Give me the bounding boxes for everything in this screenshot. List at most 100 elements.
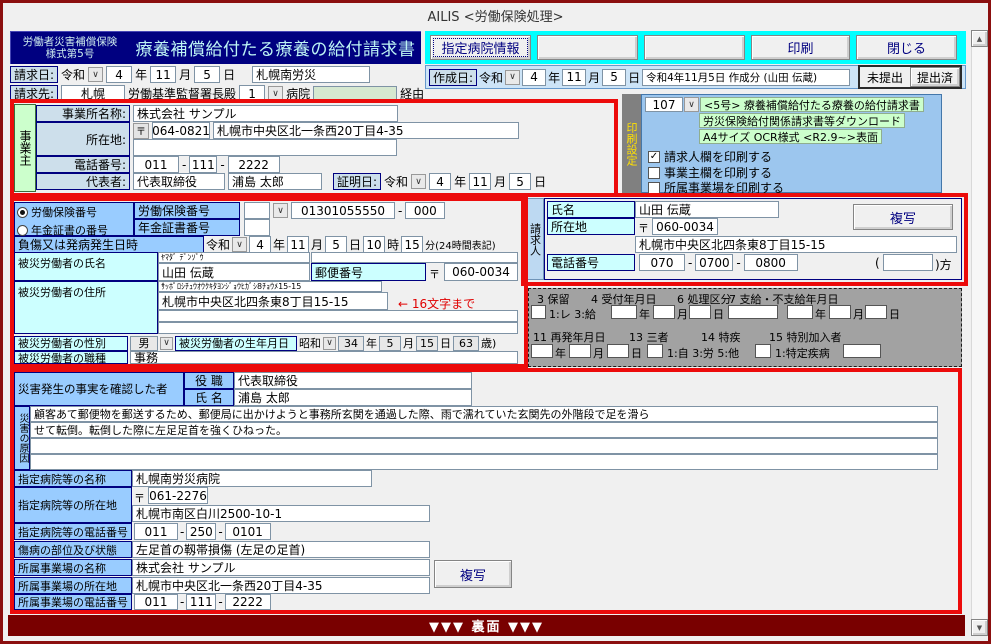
victim-address-kana-input[interactable]: ｻｯﾎﾟﾛｼﾁｭｳｵｳｸｷﾀﾖﾝｼﾞｮｳﾋｶﾞｼ8ﾁｮｳﾒ15-15 [158,281,382,292]
victim-address-input[interactable]: 札幌市中央区北四条東8丁目15-15 [158,292,388,310]
employer-rep-name-input[interactable]: 浦島 太郎 [228,173,322,190]
claim-day-input[interactable]: 5 [194,66,221,83]
checkbox-unchecked-icon[interactable] [648,181,660,194]
victim-age-input[interactable]: 63 [453,335,479,351]
employer-address2-input[interactable] [133,139,397,156]
victim-name-kana2-input[interactable] [311,252,518,263]
print-form-dropdown-icon[interactable]: ∨ [684,97,699,112]
hospital-postal-input[interactable]: 061-2276 [148,487,208,504]
accident-cause-line1-input[interactable]: 顧客あて郵便物を郵送するため、郵便局に出かけようと事務所玄関を通過した際、雨で濡… [30,406,938,422]
ocr-f4-year-input[interactable] [611,305,637,319]
hospital-address-input[interactable]: 札幌市南区白川2500-10-1 [132,505,430,522]
injury-month-input[interactable]: 11 [287,236,310,253]
claimant-address-input[interactable]: 札幌市中央区北四条東8丁目15-15 [635,236,957,253]
cert-month-input[interactable]: 11 [469,173,492,190]
hospital-phone2-input[interactable]: 250 [186,523,217,540]
unsubmitted-button[interactable]: 未提出 [860,67,910,87]
birth-day-input[interactable]: 15 [416,335,438,351]
rodo-prefix-input[interactable] [244,202,270,219]
scroll-down-icon[interactable]: ▼ [971,619,988,636]
ocr-f7-day-input[interactable] [865,305,887,319]
claim-era-dropdown-icon[interactable]: ∨ [88,67,104,82]
scroll-up-icon[interactable]: ▲ [971,30,988,47]
back-page-bar[interactable]: ▼▼▼ 裏面 ▼▼▼ [8,615,965,636]
claimant-phone1-input[interactable]: 070 [639,254,685,271]
birth-year-input[interactable]: 34 [338,335,364,351]
injury-year-input[interactable]: 4 [249,236,272,253]
ocr-f6-input[interactable] [728,305,778,319]
ocr-f11-day-input[interactable] [607,344,629,358]
employer-name-input[interactable]: 株式会社 サンプル [133,105,398,122]
created-year-input[interactable]: 4 [522,68,547,86]
hospital-phone3-input[interactable]: 0101 [224,523,271,540]
toolbar-blank-button-1[interactable] [537,35,638,60]
claimant-phone2-input[interactable]: 0700 [695,254,734,271]
victim-postal-input[interactable]: 060-0034 [444,263,518,281]
victim-name-kana-input[interactable]: ﾔﾏﾀﾞ ﾃﾞﾝｿﾞｳ [158,252,310,263]
workplace-copy-button[interactable]: 複写 [434,560,512,588]
employer-address-input[interactable]: 札幌市中央区北一条西20丁目4-35 [213,122,519,139]
close-button[interactable]: 閉じる [856,35,957,60]
claimant-name-input[interactable]: 山田 伝蔵 [635,201,779,218]
victim-job-input[interactable]: 事務 [130,351,518,364]
print-form-code-input[interactable]: 107 [645,97,683,112]
ocr-f13-input[interactable] [647,344,663,358]
submitted-button[interactable]: 提出済 [910,67,960,87]
ocr-f4-day-input[interactable] [689,305,711,319]
hospital-info-button[interactable]: 指定病院情報 [430,35,531,60]
labor-office-input[interactable]: 札幌南労災 [252,66,371,83]
rodo-number-input[interactable]: 01301055550 [291,202,395,219]
cert-day-input[interactable]: 5 [509,173,532,190]
employer-postal-input[interactable]: 064-0821 [152,122,210,139]
cert-year-input[interactable]: 4 [429,173,452,190]
birth-month-input[interactable]: 5 [379,335,401,351]
via-input[interactable] [313,86,398,101]
ocr-f11-month-input[interactable] [569,344,591,358]
victim-sex-dropdown-icon[interactable]: ∨ [160,336,173,350]
employer-phone3-input[interactable]: 2222 [227,156,280,173]
injury-day-input[interactable]: 5 [325,236,348,253]
nenkin-number-input[interactable] [244,219,270,236]
employer-rep-title-input[interactable]: 代表取締役 [133,173,225,190]
injury-minute-input[interactable]: 15 [401,236,424,253]
injury-era-dropdown-icon[interactable]: ∨ [232,237,248,252]
ocr-f11-year-input[interactable] [531,344,553,358]
injury-part-input[interactable]: 左足首の靱帯損傷 (左足の足首) [132,541,430,558]
victim-address-extra2-input[interactable] [158,322,518,334]
route-number-input[interactable]: 1 [239,85,266,102]
hospital-name-input[interactable]: 札幌南労災病院 [132,470,372,487]
toolbar-blank-button-2[interactable] [644,35,745,60]
route-dropdown-icon[interactable]: ∨ [268,86,284,101]
workplace-phone1-input[interactable]: 011 [134,594,178,610]
claimant-copy-button[interactable]: 複写 [853,204,953,230]
claimant-postal-input[interactable]: 060-0034 [652,218,718,235]
careof-input[interactable] [883,254,933,271]
checkbox-unchecked-icon[interactable] [648,166,660,179]
created-day-input[interactable]: 5 [602,68,627,86]
workplace-phone3-input[interactable]: 2222 [224,594,271,610]
radio-unselected-icon[interactable] [17,224,28,236]
workplace-phone2-input[interactable]: 111 [186,594,217,610]
victim-name-input[interactable]: 山田 伝蔵 [158,263,310,281]
ocr-f14-input[interactable] [755,344,771,358]
vertical-scrollbar[interactable] [971,30,988,636]
employer-phone1-input[interactable]: 011 [133,156,179,173]
ocr-f3-input[interactable] [531,305,546,319]
claim-month-input[interactable]: 11 [150,66,177,83]
claim-year-input[interactable]: 4 [106,66,133,83]
print-button[interactable]: 印刷 [751,35,850,60]
workplace-name-input[interactable]: 株式会社 サンプル [132,559,430,576]
cert-era-dropdown-icon[interactable]: ∨ [411,174,427,189]
victim-address-extra1-input[interactable] [158,310,518,322]
accident-cause-line2-input[interactable]: せて転倒。転倒した際に左足足首を強くひねった。 [30,422,938,438]
victim-sex-input[interactable]: 男 [130,335,158,351]
radio-selected-icon[interactable] [17,206,28,218]
witness-role-input[interactable]: 代表取締役 [234,372,472,389]
ocr-f15-input[interactable] [843,344,881,358]
witness-name-input[interactable]: 浦島 太郎 [234,389,472,406]
created-month-input[interactable]: 11 [562,68,587,86]
checkbox-checked-icon[interactable]: ✓ [648,150,660,163]
ocr-f4-month-input[interactable] [653,305,675,319]
created-note-input[interactable]: 令和4年11月5日 作成分 (山田 伝蔵) [642,68,851,86]
claim-to-office-input[interactable]: 札幌 [61,85,126,102]
